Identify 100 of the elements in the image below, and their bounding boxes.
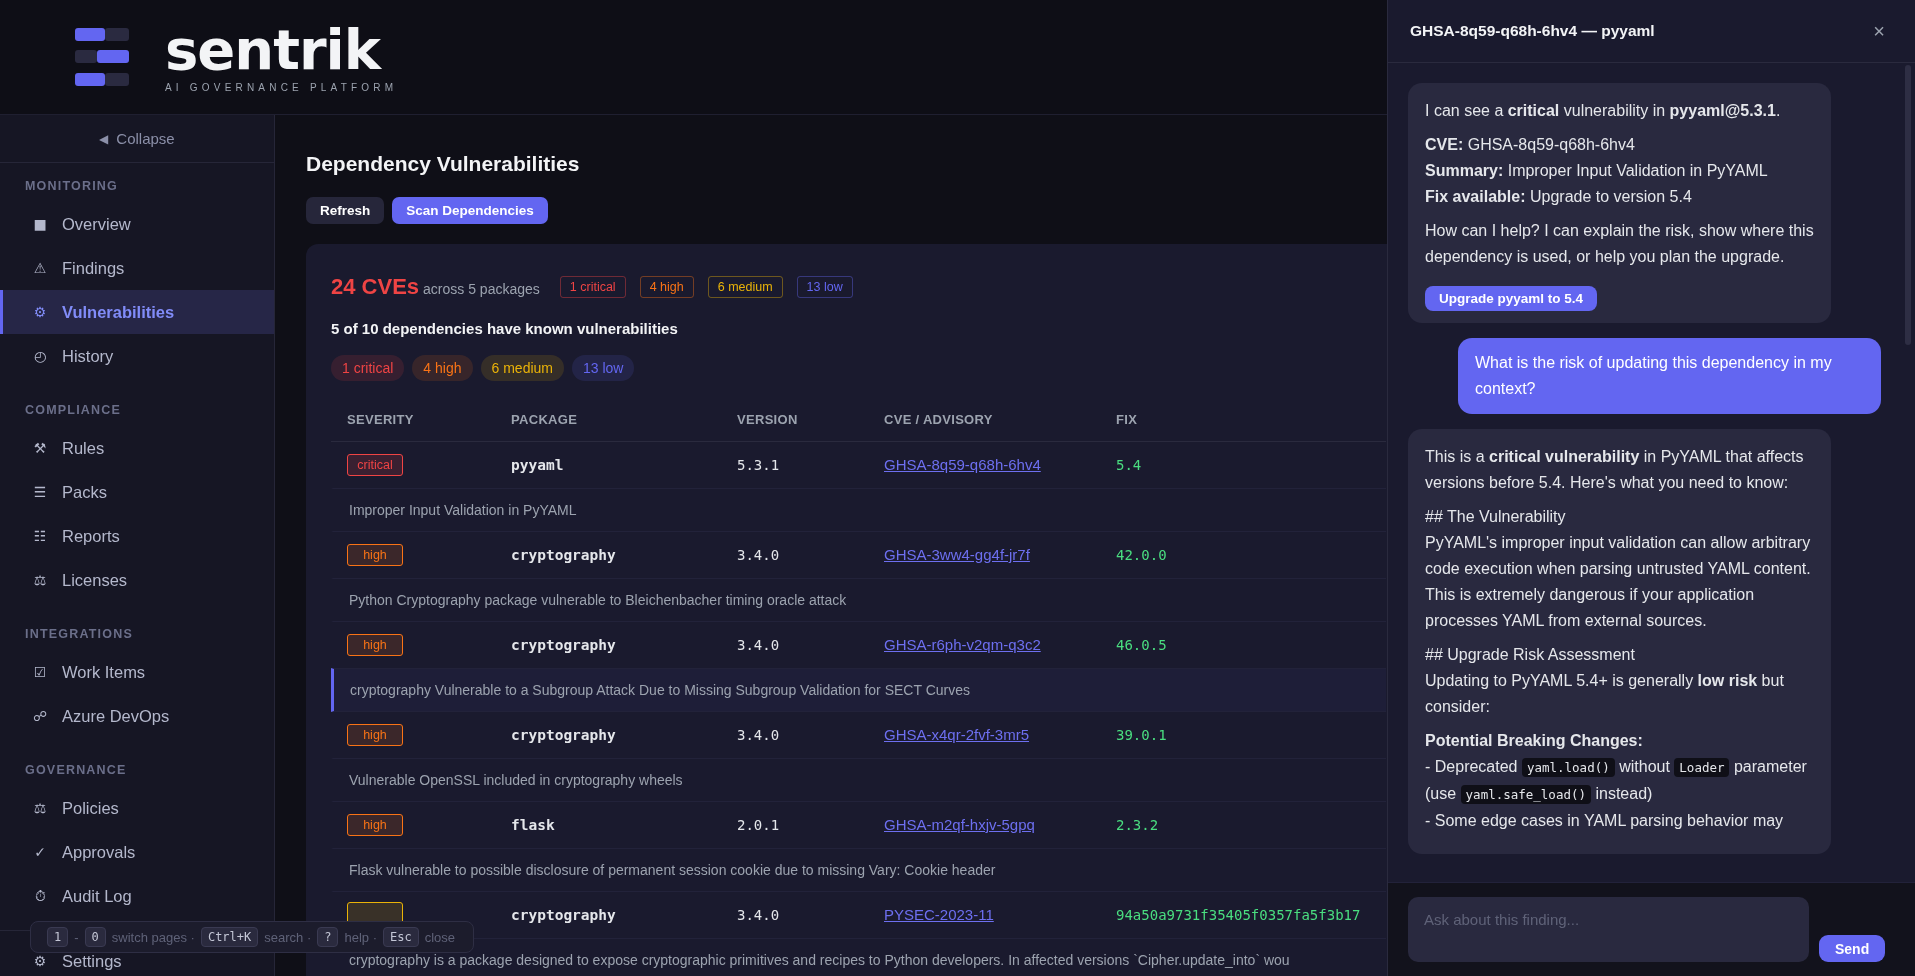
sidebar-item[interactable]: ⚙ Vulnerabilities xyxy=(0,290,274,334)
chat-input[interactable]: Ask about this finding... xyxy=(1408,897,1809,962)
key-cap: ? xyxy=(317,927,339,947)
nav-icon: ☑ xyxy=(32,664,48,680)
nav-icon: ◴ xyxy=(32,348,48,364)
sidebar-item[interactable]: ⏱ Audit Log xyxy=(0,874,274,918)
nav-icon: ☍ xyxy=(32,708,48,724)
scan-button[interactable]: Scan Dependencies xyxy=(392,197,548,224)
package-name: cryptography xyxy=(511,547,616,563)
brand-tagline: AI GOVERNANCE PLATFORM xyxy=(165,81,398,93)
sidebar-item[interactable]: ◴ History xyxy=(0,334,274,378)
vulnerable-summary: 5 of 10 dependencies have known vulnerabilities xyxy=(331,320,679,337)
version-text: 2.0.1 xyxy=(737,817,780,833)
refresh-button[interactable]: Refresh xyxy=(306,197,385,224)
message-text: This is a critical vulnerability in PyYAML that affects versions before 5.4. Here's what you need to know: xyxy=(1425,447,1805,493)
sidebar-item[interactable]: ⚖ Licenses xyxy=(0,558,274,602)
fix-version: 39.0.1 xyxy=(1116,727,1167,743)
package-name: cryptography xyxy=(511,907,616,923)
severity-pill: 13 low xyxy=(572,355,635,381)
cve-count: 24 CVEs xyxy=(331,274,420,300)
message-text: Summary: Improper Input Validation in PyYAML xyxy=(1425,161,1769,181)
close-button[interactable]: × xyxy=(1869,19,1889,43)
sidebar-item[interactable]: ■ Overview xyxy=(0,202,274,246)
fix-version: 94a50a9731f35405f0357fa5f3b17 xyxy=(1116,907,1361,923)
severity-badge: high xyxy=(347,634,403,656)
sidebar-item[interactable]: ☷ Reports xyxy=(0,514,274,558)
section-label: MONITORING xyxy=(24,178,120,195)
brand-name: sentrik xyxy=(165,21,383,78)
vulnerability-description: cryptography is a package designed to expose cryptographic primitives and recipes to Python developers. In affected versions `Cipher.update_into` wou xyxy=(349,952,1290,968)
page-title: Dependency Vulnerabilities xyxy=(306,151,581,177)
logo-icon xyxy=(75,28,129,86)
message-text: - Some edge cases in YAML parsing behavior may xyxy=(1425,811,1785,831)
message-text: ## The Vulnerability xyxy=(1425,507,1567,527)
column-header: VERSION xyxy=(736,411,799,427)
severity-tag: 6 medium xyxy=(707,276,783,298)
section-label: INTEGRATIONS xyxy=(24,626,134,643)
version-text: 3.4.0 xyxy=(737,907,780,923)
sidebar-item[interactable]: ⚠ Findings xyxy=(0,246,274,290)
severity-badge: high xyxy=(347,544,403,566)
advisory-link[interactable]: PYSEC-2023-11 xyxy=(884,906,994,923)
severity-pill: 4 high xyxy=(412,355,473,381)
fix-version: 5.4 xyxy=(1116,457,1142,473)
section-label: COMPLIANCE xyxy=(24,402,123,419)
sidebar-item[interactable]: ⚖ Policies xyxy=(0,786,274,830)
upgrade-button[interactable]: Upgrade pyyaml to 5.4 xyxy=(1425,286,1598,311)
severity-pill: 1 critical xyxy=(331,355,405,381)
nav-icon: ⚙ xyxy=(32,304,48,320)
key-cap: 1 xyxy=(47,927,69,947)
message-text: Updating to PyYAML 5.4+ is generally low risk but consider: xyxy=(1425,671,1785,717)
sidebar-item[interactable]: ☑ Work Items xyxy=(0,650,274,694)
severity-tag: 4 high xyxy=(639,276,694,298)
severity-badge: critical xyxy=(347,454,403,476)
package-name: pyyaml xyxy=(511,457,564,473)
nav-icon: ☰ xyxy=(32,484,48,500)
hint-text: close xyxy=(424,929,456,945)
severity-pill: 6 medium xyxy=(480,355,564,381)
advisory-link[interactable]: GHSA-x4qr-2fvf-3mr5 xyxy=(884,726,1030,743)
column-header: PACKAGE xyxy=(510,411,579,427)
hint-text: search · xyxy=(264,929,312,945)
column-header: FIX xyxy=(1115,411,1139,427)
key-cap: Ctrl+K xyxy=(200,927,259,947)
count-caption: across 5 packages xyxy=(423,280,540,297)
nav-icon: ⚖ xyxy=(32,800,48,816)
panel-title: GHSA-8q59-q68h-6hv4 — pyyaml xyxy=(1410,22,1655,40)
version-text: 3.4.0 xyxy=(737,637,780,653)
nav-icon: ⚖ xyxy=(32,572,48,588)
advisory-link[interactable]: GHSA-m2qf-hxjv-5gpq xyxy=(884,816,1035,833)
package-name: cryptography xyxy=(511,637,616,653)
package-name: flask xyxy=(511,817,555,833)
nav-icon: ⚠ xyxy=(32,260,48,276)
nav-icon: ⏱ xyxy=(32,887,48,905)
advisory-link[interactable]: GHSA-3ww4-gg4f-jr7f xyxy=(884,546,1030,563)
column-header: SEVERITY xyxy=(346,411,415,427)
version-text: 3.4.0 xyxy=(737,547,780,563)
advisory-link[interactable]: GHSA-r6ph-v2qm-q3c2 xyxy=(884,636,1041,653)
message-text: PyYAML's improper input validation can allow arbitrary code execution when parsing untrusted YAML content. This is extremely dangerous if your application processes YAML from external sources. xyxy=(1425,533,1812,631)
version-text: 3.4.0 xyxy=(737,727,780,743)
caret-icon: ◀ xyxy=(99,131,109,146)
vulnerability-description: Flask vulnerable to possible disclosure of permanent session cookie due to missing Vary: Cookie header xyxy=(349,862,996,878)
severity-badge: high xyxy=(347,814,403,836)
fix-version: 46.0.5 xyxy=(1116,637,1167,653)
key-cap: 0 xyxy=(84,927,106,947)
advisory-link[interactable]: GHSA-8q59-q68h-6hv4 xyxy=(884,456,1041,473)
version-text: 5.3.1 xyxy=(737,457,780,473)
collapse-button[interactable]: ◀ Collapse xyxy=(0,115,274,163)
vulnerability-description: Improper Input Validation in PyYAML xyxy=(349,502,577,518)
sidebar-item[interactable]: ⚒ Rules xyxy=(0,426,274,470)
nav-icon: ☷ xyxy=(32,528,48,544)
sidebar-item[interactable]: ✓ Approvals xyxy=(0,830,274,874)
message-text: Fix available: Upgrade to version 5.4 xyxy=(1425,187,1693,207)
severity-tag: 13 low xyxy=(796,276,853,298)
sidebar-item[interactable]: ☰ Packs xyxy=(0,470,274,514)
send-button[interactable]: Send xyxy=(1819,935,1886,962)
sidebar-item[interactable]: ☍ Azure DevOps xyxy=(0,694,274,738)
gear-icon: ⚙ xyxy=(32,953,48,969)
section-label: GOVERNANCE xyxy=(24,762,128,779)
vulnerability-description: cryptography Vulnerable to a Subgroup Attack Due to Missing Subgroup Validation for SECT Curves xyxy=(350,682,970,698)
message-text: CVE: GHSA-8q59-q68h-6hv4 xyxy=(1425,135,1636,155)
hint-text: help · xyxy=(344,929,377,945)
message-text: Potential Breaking Changes: xyxy=(1425,731,1644,751)
